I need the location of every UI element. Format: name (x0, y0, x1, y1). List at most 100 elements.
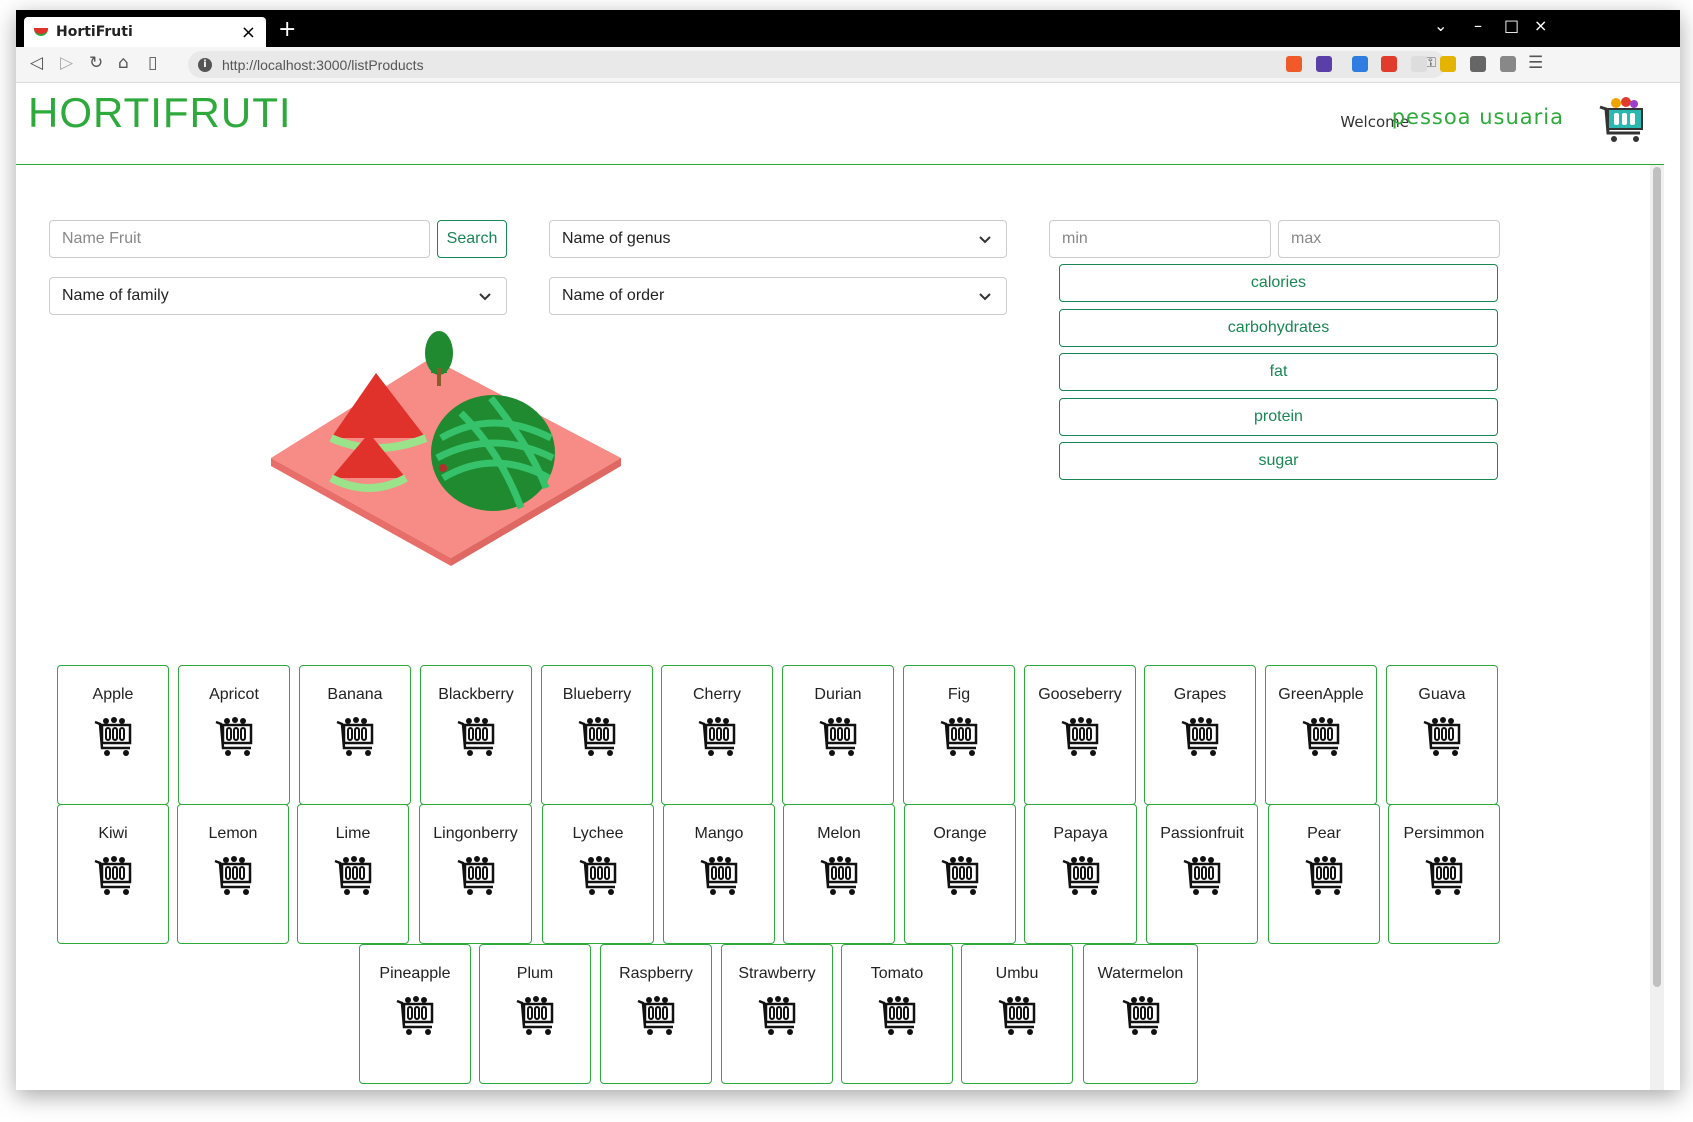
add-to-cart-icon[interactable] (818, 855, 860, 897)
add-to-cart-icon[interactable] (1303, 855, 1345, 897)
extension-1-icon[interactable] (1352, 56, 1368, 72)
calories-button[interactable]: calories (1059, 264, 1498, 302)
carbohydrates-button[interactable]: carbohydrates (1059, 309, 1498, 347)
maximize-icon[interactable]: □ (1504, 16, 1519, 35)
product-card[interactable]: Pineapple (359, 944, 471, 1084)
product-card[interactable]: Lime (297, 804, 409, 944)
tab-close-icon[interactable]: × (241, 22, 256, 43)
add-to-cart-icon[interactable] (334, 716, 376, 758)
product-card[interactable]: Banana (299, 665, 411, 805)
minimize-icon[interactable]: – (1474, 16, 1482, 35)
add-to-cart-icon[interactable] (635, 995, 677, 1037)
menu-icon[interactable]: ☰ (1528, 53, 1543, 73)
add-to-cart-icon[interactable] (938, 716, 980, 758)
add-to-cart-icon[interactable] (1300, 716, 1342, 758)
add-to-cart-icon[interactable] (696, 716, 738, 758)
product-card[interactable]: Passionfruit (1146, 804, 1258, 944)
product-card[interactable]: Apricot (178, 665, 290, 805)
product-card[interactable]: Melon (783, 804, 895, 944)
product-card[interactable]: Persimmon (1388, 804, 1500, 944)
product-card[interactable]: Mango (663, 804, 775, 944)
max-input[interactable] (1278, 220, 1500, 258)
home-icon[interactable]: ⌂ (118, 53, 129, 73)
family-select[interactable]: Name of family (49, 277, 507, 315)
product-card[interactable]: Orange (904, 804, 1016, 944)
add-to-cart-icon[interactable] (1120, 995, 1162, 1037)
product-card[interactable]: Lychee (542, 804, 654, 944)
product-card[interactable]: Strawberry (721, 944, 833, 1084)
scrollbar-thumb[interactable] (1653, 167, 1661, 987)
product-card[interactable]: Apple (57, 665, 169, 805)
add-to-cart-icon[interactable] (939, 855, 981, 897)
add-to-cart-icon[interactable] (1181, 855, 1223, 897)
product-card[interactable]: Grapes (1144, 665, 1256, 805)
add-to-cart-icon[interactable] (92, 855, 134, 897)
scrollbar[interactable] (1650, 165, 1664, 1090)
add-to-cart-icon[interactable] (817, 716, 859, 758)
add-to-cart-icon[interactable] (332, 855, 374, 897)
product-card[interactable]: Raspberry (600, 944, 712, 1084)
product-card[interactable]: Tomato (841, 944, 953, 1084)
forward-icon[interactable]: ▷ (60, 53, 73, 73)
site-logo[interactable]: HORTIFRUTI (28, 89, 292, 137)
cart-icon[interactable] (1596, 95, 1646, 145)
extension-2-icon[interactable] (1381, 56, 1397, 72)
add-to-cart-icon[interactable] (1423, 855, 1465, 897)
reload-icon[interactable]: ↻ (89, 53, 103, 73)
add-to-cart-icon[interactable] (698, 855, 740, 897)
product-card[interactable]: Pear (1268, 804, 1380, 944)
product-card[interactable]: Lingonberry (419, 804, 532, 944)
product-card[interactable]: Gooseberry (1024, 665, 1136, 805)
product-card[interactable]: GreenApple (1265, 665, 1377, 805)
fat-button[interactable]: fat (1059, 353, 1498, 391)
add-to-cart-icon[interactable] (577, 855, 619, 897)
sugar-button[interactable]: sugar (1059, 442, 1498, 480)
product-card[interactable]: Papaya (1024, 804, 1137, 944)
wallet-icon[interactable] (1500, 56, 1516, 72)
add-to-cart-icon[interactable] (514, 995, 556, 1037)
site-info-icon[interactable]: i (198, 57, 212, 72)
browser-tab[interactable]: HortiFruti × (24, 17, 266, 47)
brave-shield-icon[interactable] (1286, 56, 1302, 72)
product-card[interactable]: Umbu (961, 944, 1073, 1084)
add-to-cart-icon[interactable] (92, 716, 134, 758)
address-bar[interactable]: i http://localhost:3000/listProducts ⚿ (188, 51, 1446, 78)
extension-3-icon[interactable] (1411, 56, 1427, 72)
product-card[interactable]: Watermelon (1083, 944, 1198, 1084)
add-to-cart-icon[interactable] (1059, 716, 1101, 758)
tab-menu-icon[interactable]: ⌄ (1434, 16, 1447, 35)
protein-button[interactable]: protein (1059, 398, 1498, 436)
close-window-icon[interactable]: × (1534, 16, 1547, 35)
back-icon[interactable]: ◁ (30, 53, 43, 73)
add-to-cart-icon[interactable] (455, 855, 497, 897)
new-tab-icon[interactable]: + (278, 17, 296, 42)
add-to-cart-icon[interactable] (1060, 855, 1102, 897)
extension-4-icon[interactable] (1440, 56, 1456, 72)
bookmark-icon[interactable]: ▯ (148, 53, 157, 73)
product-card[interactable]: Fig (903, 665, 1015, 805)
product-card[interactable]: Durian (782, 665, 894, 805)
search-input[interactable] (49, 220, 430, 258)
add-to-cart-icon[interactable] (996, 995, 1038, 1037)
product-card[interactable]: Guava (1386, 665, 1498, 805)
add-to-cart-icon[interactable] (213, 716, 255, 758)
rewards-icon[interactable] (1316, 56, 1332, 72)
add-to-cart-icon[interactable] (1421, 716, 1463, 758)
add-to-cart-icon[interactable] (576, 716, 618, 758)
product-card[interactable]: Cherry (661, 665, 773, 805)
add-to-cart-icon[interactable] (394, 995, 436, 1037)
add-to-cart-icon[interactable] (756, 995, 798, 1037)
product-card[interactable]: Blackberry (420, 665, 532, 805)
product-card[interactable]: Blueberry (541, 665, 653, 805)
puzzle-icon[interactable] (1470, 56, 1486, 72)
min-input[interactable] (1049, 220, 1271, 258)
add-to-cart-icon[interactable] (1179, 716, 1221, 758)
genus-select[interactable]: Name of genus (549, 220, 1007, 258)
product-card[interactable]: Plum (479, 944, 591, 1084)
order-select[interactable]: Name of order (549, 277, 1007, 315)
add-to-cart-icon[interactable] (876, 995, 918, 1037)
add-to-cart-icon[interactable] (212, 855, 254, 897)
product-card[interactable]: Lemon (177, 804, 289, 944)
product-card[interactable]: Kiwi (57, 804, 169, 944)
add-to-cart-icon[interactable] (455, 716, 497, 758)
